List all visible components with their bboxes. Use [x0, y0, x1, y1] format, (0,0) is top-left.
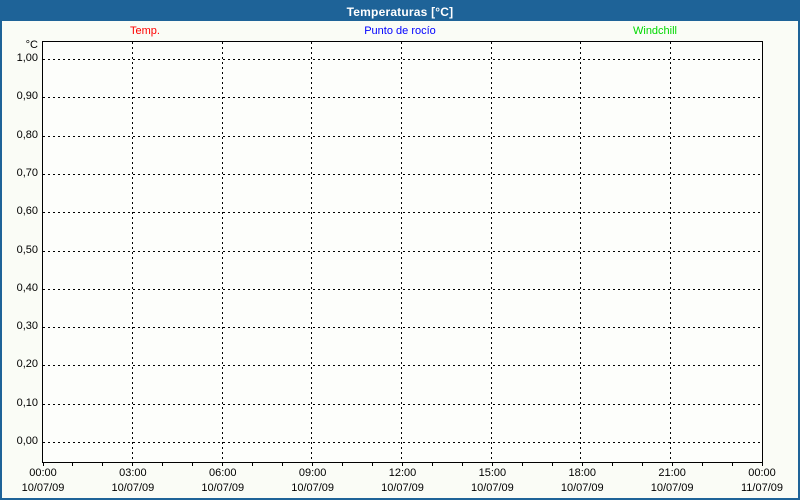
x-minor-tick — [192, 462, 194, 466]
legend-item: Punto de rocío — [364, 25, 436, 37]
x-date-label: 10/07/09 — [381, 482, 424, 494]
y-axis-unit-label: °C — [25, 39, 38, 51]
x-date-label: 10/07/09 — [560, 482, 604, 494]
y-tick-label: 0,30 — [16, 320, 38, 333]
x-time-label: 06:00 — [208, 467, 237, 479]
x-minor-tick — [252, 462, 254, 466]
x-time-label: 09:00 — [298, 467, 327, 479]
x-minor-tick — [701, 462, 703, 466]
x-date-label: 10/07/09 — [470, 482, 514, 494]
x-minor-tick — [431, 462, 433, 466]
x-minor-tick — [461, 462, 463, 466]
v-gridline — [221, 42, 223, 460]
x-time-label: 15:00 — [478, 467, 507, 479]
x-time-label: 00:00 — [748, 467, 776, 479]
x-minor-tick — [521, 462, 523, 466]
x-minor-tick — [162, 462, 164, 466]
x-minor-tick — [491, 462, 493, 466]
x-date-label: 10/07/09 — [111, 482, 155, 494]
x-minor-tick — [342, 462, 344, 466]
x-time-label: 21:00 — [658, 467, 686, 479]
x-minor-tick — [641, 462, 643, 466]
v-gridline — [132, 42, 134, 460]
x-date-label: 10/07/09 — [201, 482, 245, 494]
x-minor-tick — [312, 462, 314, 466]
title-bar: Temperaturas [°C] — [2, 2, 798, 21]
x-date-label: 11/07/09 — [740, 482, 784, 494]
v-gridline — [401, 42, 402, 460]
v-gridline — [580, 42, 582, 460]
y-tick-label: 0,40 — [16, 281, 38, 294]
chart-title: Temperaturas [°C] — [346, 4, 454, 19]
x-date-label: 10/07/09 — [21, 482, 65, 494]
x-minor-tick — [372, 462, 374, 466]
y-tick-label: 0,90 — [16, 90, 38, 103]
x-date-label: 10/07/09 — [291, 482, 335, 494]
x-minor-tick — [611, 462, 613, 466]
y-tick-label: 0,80 — [16, 128, 38, 141]
y-tick-label: 0,70 — [16, 166, 38, 179]
y-tick-label: 0,10 — [16, 396, 38, 409]
x-time-label: 00:00 — [29, 467, 57, 479]
x-minor-tick — [132, 462, 134, 466]
v-gridline — [490, 42, 492, 460]
x-minor-tick — [282, 462, 284, 466]
y-tick-label: 1,00 — [16, 52, 38, 64]
x-minor-tick — [671, 462, 673, 466]
x-minor-tick — [731, 462, 733, 466]
y-tick-label: 0,20 — [16, 358, 38, 371]
x-minor-tick — [222, 462, 224, 466]
v-gridline — [669, 42, 671, 460]
y-tick-label: 0,60 — [16, 205, 38, 218]
chart-window: Temperaturas [°C] Temp. Punto de rocío Win… — [0, 0, 800, 500]
legend-item: Temp. — [130, 25, 160, 37]
y-tick-label: 0,00 — [16, 435, 38, 447]
x-minor-tick — [581, 462, 583, 466]
x-minor-tick — [761, 462, 763, 466]
plot-area — [42, 41, 763, 463]
x-minor-tick — [42, 462, 44, 466]
x-minor-tick — [402, 462, 403, 466]
x-minor-tick — [72, 462, 74, 466]
y-tick-label: 0,50 — [16, 243, 38, 256]
x-time-label: 18:00 — [568, 467, 597, 479]
x-date-label: 10/07/09 — [650, 482, 694, 494]
x-time-label: 03:00 — [119, 467, 147, 479]
x-minor-tick — [102, 462, 104, 466]
v-gridline — [311, 42, 313, 460]
x-minor-tick — [551, 462, 553, 466]
x-time-label: 12:00 — [388, 467, 417, 479]
legend-item: Windchill — [632, 25, 678, 37]
